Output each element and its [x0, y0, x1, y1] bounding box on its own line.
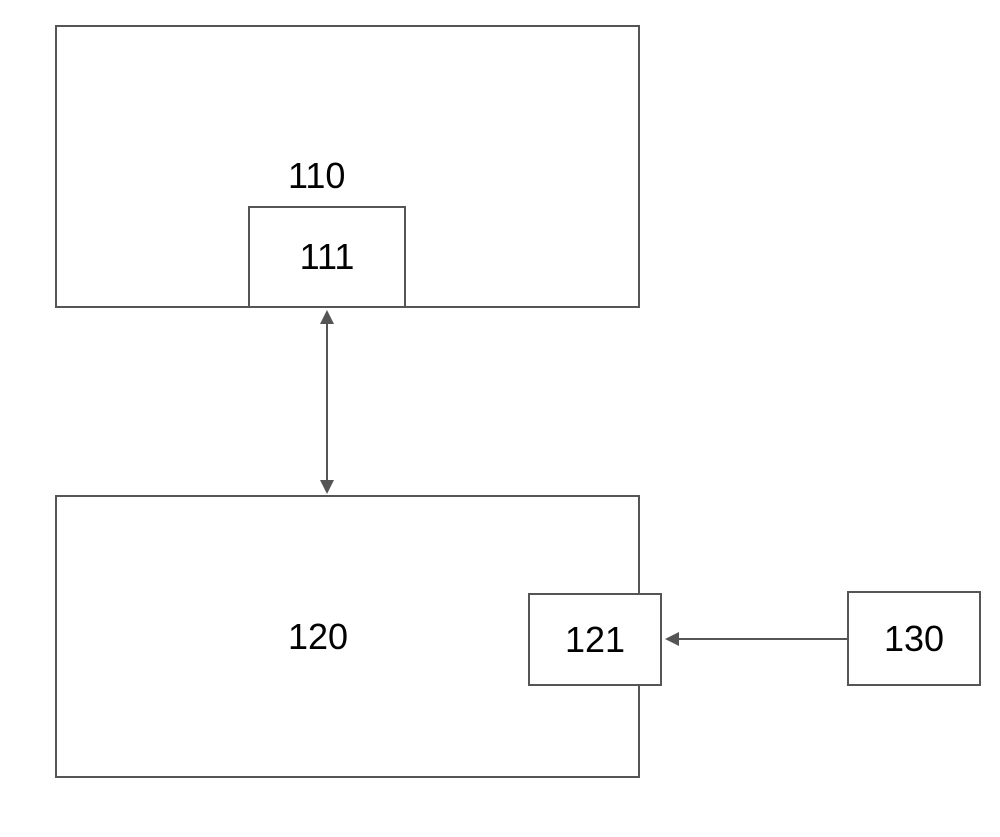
- box-121: 121: [528, 593, 662, 686]
- label-130: 130: [884, 618, 944, 660]
- label-111: 111: [300, 236, 355, 278]
- label-121: 121: [565, 619, 625, 661]
- label-120: 120: [288, 616, 348, 658]
- arrow-horizontal-line: [677, 638, 848, 640]
- label-110: 110: [288, 155, 345, 197]
- box-130: 130: [847, 591, 981, 686]
- box-111: 111: [248, 206, 406, 308]
- arrow-vertical-bottom: [320, 480, 334, 494]
- arrow-vertical-line: [326, 320, 328, 485]
